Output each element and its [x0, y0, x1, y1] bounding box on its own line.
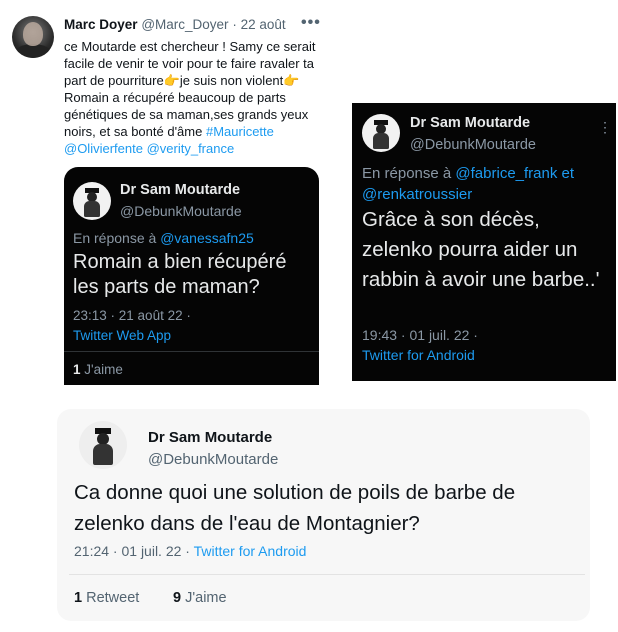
quoted-tweet-card[interactable]: Dr Sam Moutarde @DebunkMoutarde En répon… [64, 167, 319, 385]
marc-avatar[interactable] [12, 16, 54, 58]
tweet-source-link[interactable]: Twitter for Android [194, 543, 307, 559]
quote-source-link[interactable]: Twitter Web App [73, 328, 171, 343]
more-options-icon[interactable]: ⋮ [598, 119, 612, 136]
likes-count: 1 [73, 362, 81, 377]
reply-mention-link[interactable]: @vanessafn25 [160, 230, 254, 246]
quote-author-handle[interactable]: @DebunkMoutarde [120, 203, 242, 219]
likes-label: J'aime [185, 590, 227, 606]
tweet-text: Grâce à son décès, zelenko pourra aider … [362, 208, 600, 291]
sam-avatar[interactable] [73, 182, 111, 220]
tweet-author-handle[interactable]: @DebunkMoutarde [410, 137, 536, 153]
mention-link[interactable]: @Olivierfente [64, 141, 143, 156]
tweet-text: Ca donne quoi une solution de poils de b… [74, 481, 516, 535]
tweet-text-part: je suis non violent [179, 73, 284, 88]
tweet-timestamp[interactable]: 19:43 · 01 juil. 22 · [362, 327, 478, 343]
tweet-source-link[interactable]: Twitter for Android [362, 347, 475, 363]
marc-handle[interactable]: @Marc_Doyer [141, 17, 228, 32]
hashtag-link[interactable]: #Mauricette [206, 124, 274, 139]
retweets-count: 1 [74, 590, 83, 606]
retweets-stat[interactable]: 1 Retweet [74, 590, 139, 606]
likes-stat[interactable]: 1 J'aime [73, 362, 123, 377]
marc-tweet-header: Marc Doyer @Marc_Doyer · 22 août [64, 17, 286, 32]
sam-tweet-card-light[interactable]: Dr Sam Moutarde @DebunkMoutarde Ca donne… [57, 409, 590, 621]
quote-tweet-text: Romain a bien récupéré les parts de mama… [73, 251, 287, 298]
tweet-author-name[interactable]: Dr Sam Moutarde [410, 115, 530, 131]
sam-avatar[interactable] [79, 421, 127, 469]
tweet-timestamp[interactable]: 21:24 · 01 juil. 22 · [74, 543, 190, 559]
retweets-label: Retweet [86, 590, 140, 606]
reply-mention-link[interactable]: @fabrice_frank [455, 165, 557, 182]
quote-timestamp[interactable]: 23:13 · 21 août 22 · [73, 308, 191, 323]
marc-tweet-text: ce Moutarde est chercheur ! Samy ce sera… [64, 38, 324, 157]
divider [69, 574, 585, 575]
reply-mention-link[interactable]: @renkatroussier [362, 186, 472, 203]
more-options-icon[interactable]: ••• [301, 14, 321, 32]
likes-stat[interactable]: 9 J'aime [173, 590, 227, 606]
mention-link[interactable]: @verity_france [147, 141, 235, 156]
quote-author-name[interactable]: Dr Sam Moutarde [120, 182, 240, 198]
reply-et: et [561, 165, 575, 182]
marc-tweet[interactable]: Marc Doyer @Marc_Doyer · 22 août ••• ce … [0, 0, 340, 385]
marc-display-name[interactable]: Marc Doyer [64, 17, 138, 32]
reply-context: En réponse à @vanessafn25 [73, 230, 254, 246]
marc-tweet-date[interactable]: 22 août [241, 17, 286, 32]
reply-prefix: En réponse à [362, 165, 452, 182]
reply-context: En réponse à @fabrice_frank et @renkatro… [362, 163, 612, 205]
tweet-author-name[interactable]: Dr Sam Moutarde [148, 429, 272, 446]
likes-count: 9 [173, 590, 182, 606]
sam-tweet-card-dark[interactable]: Dr Sam Moutarde @DebunkMoutarde ⋮ En rép… [352, 103, 616, 381]
reply-prefix: En réponse à [73, 230, 157, 246]
pointing-hand-icon: 👉 [283, 73, 300, 88]
divider [64, 351, 319, 352]
likes-label: J'aime [84, 362, 123, 377]
sam-avatar[interactable] [362, 114, 400, 152]
separator-dot: · [232, 17, 237, 32]
pointing-hand-icon: 👉 [163, 73, 180, 88]
tweet-meta: 21:24 · 01 juil. 22 · Twitter for Androi… [74, 543, 306, 559]
tweet-author-handle[interactable]: @DebunkMoutarde [148, 451, 278, 468]
